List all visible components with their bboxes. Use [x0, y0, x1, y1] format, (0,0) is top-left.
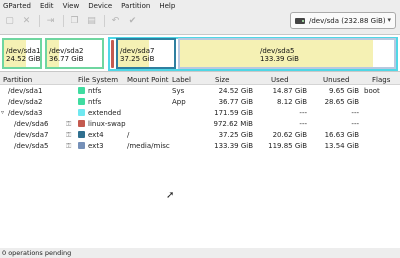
graph-partition-size: 37.25 GiB	[120, 55, 155, 63]
table-row[interactable]: ▿ /dev/sda3 extended 171.59 GiB --- ---	[0, 108, 400, 119]
lock-icon: ⚿	[66, 131, 72, 139]
filesystem-color-swatch	[78, 98, 85, 105]
cell-filesystem: ext3	[88, 142, 104, 150]
delete-icon[interactable]: ✕	[21, 16, 32, 27]
filesystem-color-swatch	[78, 131, 85, 138]
cell-used: 20.62 GiB	[272, 131, 307, 139]
header-label[interactable]: Label	[172, 76, 191, 84]
graph-partition-sda5[interactable]: /dev/sda5 133.39 GiB	[178, 38, 396, 69]
header-flags[interactable]: Flags	[372, 76, 390, 84]
menu-device[interactable]: Device	[88, 2, 112, 10]
cell-filesystem: extended	[88, 109, 122, 117]
cell-size: 133.39 GiB	[214, 142, 253, 150]
header-used[interactable]: Used	[271, 76, 289, 84]
cell-size: 972.62 MiB	[213, 120, 253, 128]
header-filesystem[interactable]: File System	[78, 76, 118, 84]
cell-used: 14.87 GiB	[272, 87, 307, 95]
cell-filesystem: ntfs	[88, 87, 102, 95]
paste-icon[interactable]: ▤	[86, 16, 97, 27]
menu-gparted[interactable]: GParted	[3, 2, 31, 10]
cell-used: ---	[299, 109, 307, 117]
cell-mountpoint: /	[127, 131, 130, 139]
toolbar-separator	[104, 15, 105, 27]
graph-partition-name: /dev/sda2	[49, 47, 84, 55]
partition-graph: /dev/sda1 24.52 GiB /dev/sda2 36.77 GiB /d…	[0, 34, 400, 72]
cell-unused: 13.54 GiB	[324, 142, 359, 150]
copy-icon[interactable]: ❐	[69, 16, 80, 27]
resize-icon[interactable]: ⇥	[45, 16, 56, 27]
filesystem-color-swatch	[78, 120, 85, 127]
cell-partition: /dev/sda6	[14, 120, 49, 128]
undo-icon[interactable]: ↶	[110, 16, 121, 27]
menu-edit[interactable]: Edit	[40, 2, 54, 10]
cell-size: 36.77 GiB	[218, 98, 253, 106]
lock-icon: ⚿	[66, 120, 72, 128]
toolbar-separator	[63, 15, 64, 27]
cell-filesystem: linux-swap	[88, 120, 126, 128]
cell-partition: /dev/sda1	[8, 87, 43, 95]
filesystem-color-swatch	[78, 109, 85, 116]
cell-size: 37.25 GiB	[218, 131, 253, 139]
table-row[interactable]: /dev/sda6 ⚿ linux-swap 972.62 MiB --- ---	[0, 119, 400, 130]
harddisk-icon	[295, 17, 305, 24]
device-label: /dev/sda (232.88 GiB)	[309, 16, 386, 25]
graph-partition-sda7[interactable]: /dev/sda7 37.25 GiB	[116, 38, 176, 69]
cell-filesystem: ntfs	[88, 98, 102, 106]
cell-label: App	[172, 98, 186, 106]
partition-table: /dev/sda1 ntfs Sys 24.52 GiB 14.87 GiB 9.65 G…	[0, 85, 400, 248]
status-bar: 0 operations pending	[0, 248, 400, 258]
graph-partition-sda6[interactable]	[111, 40, 114, 68]
cell-filesystem: ext4	[88, 131, 104, 139]
toolbar-separator	[39, 15, 40, 27]
cell-unused: 9.65 GiB	[329, 87, 359, 95]
graph-partition-size: 36.77 GiB	[49, 55, 84, 63]
cell-flags: boot	[364, 87, 380, 95]
header-partition[interactable]: Partition	[3, 76, 32, 84]
graph-partition-name: /dev/sda1	[6, 47, 41, 55]
mouse-cursor-icon: ➚	[166, 190, 175, 201]
filesystem-color-swatch	[78, 87, 85, 94]
graph-partition-size: 24.52 GiB	[6, 55, 41, 63]
cell-used: 119.85 GiB	[268, 142, 307, 150]
cell-unused: ---	[351, 120, 359, 128]
apply-icon[interactable]: ✔	[127, 16, 138, 27]
cell-partition: /dev/sda7	[14, 131, 49, 139]
menu-help[interactable]: Help	[159, 2, 175, 10]
table-row[interactable]: /dev/sda2 ntfs App 36.77 GiB 8.12 GiB 28.65 G…	[0, 97, 400, 108]
cell-used: 8.12 GiB	[277, 98, 307, 106]
graph-partition-sda1[interactable]: /dev/sda1 24.52 GiB	[2, 38, 42, 69]
menu-bar: GParted Edit View Device Partition Help	[0, 0, 400, 11]
cell-mountpoint: /media/misc	[127, 142, 170, 150]
graph-partition-sda2[interactable]: /dev/sda2 36.77 GiB	[45, 38, 104, 69]
cell-unused: ---	[351, 109, 359, 117]
cell-partition: /dev/sda2	[8, 98, 43, 106]
chevron-down-icon: ▾	[387, 16, 391, 24]
header-mountpoint[interactable]: Mount Point	[127, 76, 169, 84]
graph-partition-name: /dev/sda7	[120, 47, 155, 55]
lock-icon: ⚿	[66, 142, 72, 150]
new-icon[interactable]: ▢	[4, 16, 15, 27]
cell-used: ---	[299, 120, 307, 128]
cell-unused: 16.63 GiB	[324, 131, 359, 139]
graph-partition-name: /dev/sda5	[260, 47, 295, 55]
menu-view[interactable]: View	[63, 2, 80, 10]
filesystem-color-swatch	[78, 142, 85, 149]
device-selector[interactable]: /dev/sda (232.88 GiB) ▾	[290, 12, 396, 29]
column-headers: Partition File System Mount Point Label …	[0, 74, 400, 85]
menu-partition[interactable]: Partition	[121, 2, 150, 10]
table-row[interactable]: /dev/sda5 ⚿ ext3/media/misc 133.39 GiB 119.8…	[0, 141, 400, 152]
cell-size: 24.52 GiB	[218, 87, 253, 95]
header-unused[interactable]: Unused	[323, 76, 349, 84]
cell-partition: /dev/sda5	[14, 142, 49, 150]
table-row[interactable]: /dev/sda1 ntfs Sys 24.52 GiB 14.87 GiB 9.65 G…	[0, 86, 400, 97]
cell-partition: /dev/sda3	[8, 109, 43, 117]
cell-size: 171.59 GiB	[214, 109, 253, 117]
cell-unused: 28.65 GiB	[324, 98, 359, 106]
expander-icon[interactable]: ▿	[1, 109, 4, 116]
table-row[interactable]: /dev/sda7 ⚿ ext4 / 37.25 GiB 20.62 GiB 16.63 G…	[0, 130, 400, 141]
cell-label: Sys	[172, 87, 185, 95]
header-size[interactable]: Size	[215, 76, 229, 84]
graph-partition-size: 133.39 GiB	[260, 55, 299, 63]
